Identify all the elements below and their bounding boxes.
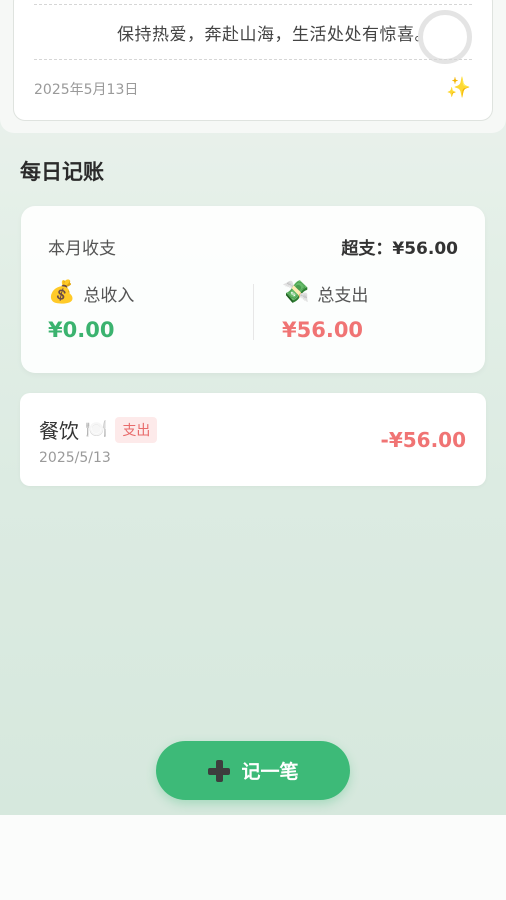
- dashed-divider: [34, 59, 472, 60]
- transaction-type-badge: 支出: [115, 416, 158, 443]
- expense-label: 总支出: [317, 285, 369, 306]
- transaction-amount: -¥56.00: [380, 428, 466, 452]
- income-block: 💰 总收入 ¥0.00: [48, 280, 134, 342]
- transaction-category: 餐饮: [39, 419, 79, 443]
- transaction-date: 2025/5/13: [39, 450, 111, 466]
- overspend-amount: 超支：¥56.00: [341, 239, 458, 259]
- expense-block: 💸 总支出 ¥56.00: [282, 280, 368, 342]
- money-wings-icon: 💸: [282, 280, 310, 305]
- summary-label: 本月收支: [48, 239, 116, 259]
- section-title: 每日记账: [20, 160, 104, 184]
- income-label: 总收入: [83, 285, 135, 306]
- money-bag-icon: 💰: [48, 280, 76, 305]
- vertical-divider: [253, 284, 254, 340]
- loading-spinner-icon: [418, 10, 472, 64]
- bottom-area: [0, 815, 506, 900]
- dashed-divider: [34, 4, 472, 5]
- plus-icon: [207, 759, 231, 783]
- add-record-label: 记一笔: [241, 761, 299, 783]
- quote-card: 保持热爱，奔赴山海，生活处处有惊喜。 2025年5月13日 ✨: [13, 0, 493, 121]
- add-record-button[interactable]: 记一笔: [156, 741, 350, 800]
- quote-text: 保持热爱，奔赴山海，生活处处有惊喜。: [117, 25, 432, 45]
- dining-plate-icon: 🍽️: [85, 419, 108, 440]
- quote-date: 2025年5月13日: [34, 82, 139, 98]
- income-amount: ¥0.00: [48, 318, 115, 342]
- transaction-item[interactable]: 餐饮 🍽️ 支出 2025/5/13 -¥56.00: [20, 393, 486, 486]
- sparkle-icon: ✨: [446, 75, 471, 99]
- quote-card-container: 保持热爱，奔赴山海，生活处处有惊喜。 2025年5月13日 ✨: [0, 0, 506, 133]
- monthly-summary-card: 本月收支 超支：¥56.00 💰 总收入 ¥0.00 💸 总支出 ¥56.00: [21, 206, 485, 373]
- expense-amount: ¥56.00: [282, 318, 364, 342]
